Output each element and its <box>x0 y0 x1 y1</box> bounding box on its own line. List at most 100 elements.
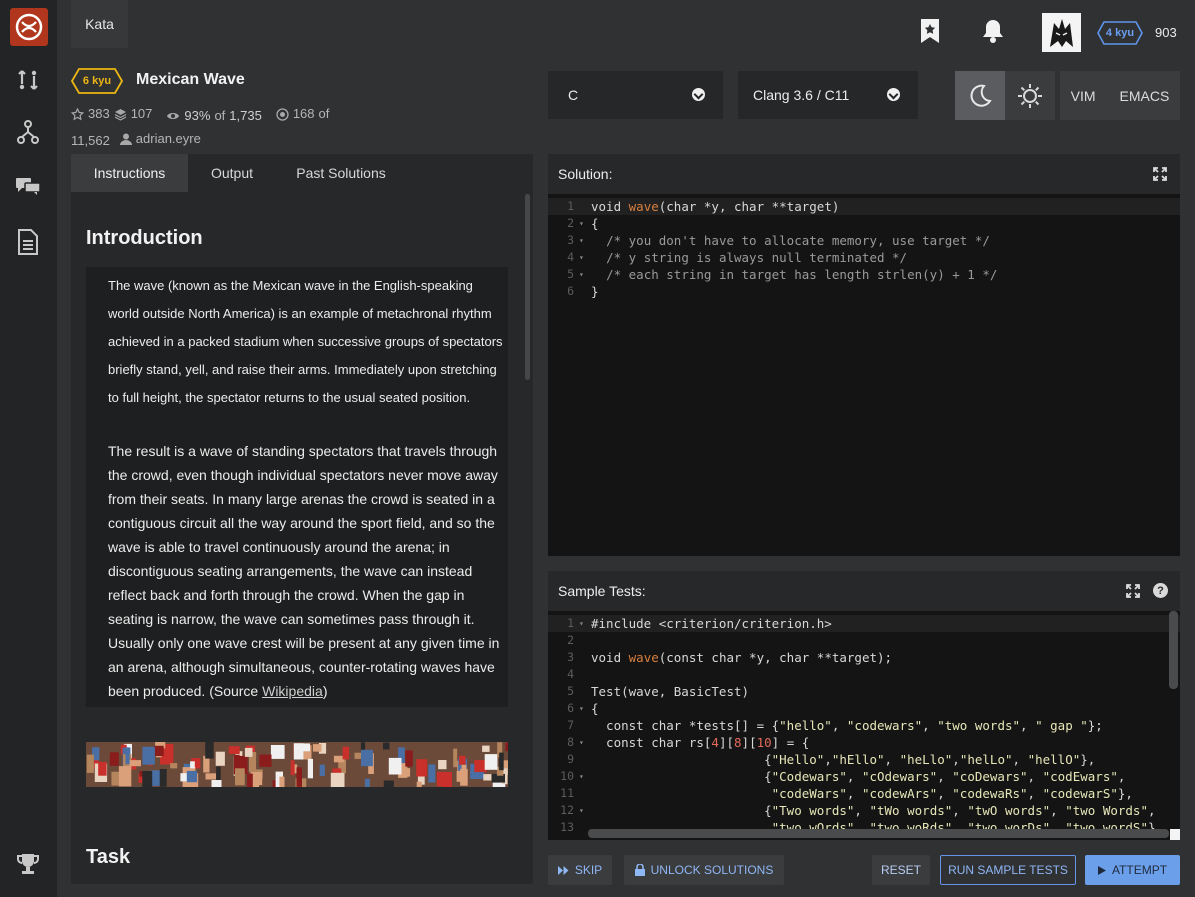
kata-tab[interactable]: Kata <box>71 0 128 48</box>
eye-icon <box>167 112 180 119</box>
solution-header: Solution: <box>558 166 613 182</box>
completed-count: 168 <box>292 106 315 121</box>
author-link[interactable]: adrian.eyre <box>119 128 201 150</box>
user-rank-label: 4 kyu <box>1105 27 1135 39</box>
code-line: 4 ▾ /* y string is always null terminated… <box>548 249 1180 266</box>
collections-stat[interactable]: 107 <box>114 103 152 125</box>
fold-marker[interactable]: ▾ <box>579 266 584 283</box>
expand-icon[interactable] <box>1153 167 1167 181</box>
stars-count: 383 <box>88 106 110 121</box>
code-line: 10 ▾ {"Codewars", "cOdewars", "coDewars",… <box>548 768 1180 785</box>
fold-marker[interactable]: ▾ <box>579 249 584 266</box>
expand-icon[interactable] <box>1126 584 1140 598</box>
intro-heading: Introduction <box>86 227 203 249</box>
intro-paragraph-2: The result is a wave of standing spectat… <box>108 439 503 703</box>
chevron-down-icon <box>692 88 705 101</box>
discuss-icon[interactable] <box>14 172 42 200</box>
light-theme-button[interactable] <box>1005 71 1055 120</box>
avatar[interactable] <box>1042 13 1081 52</box>
sample-tests-header: Sample Tests: <box>558 583 646 599</box>
satisfaction-stat: 93% of 1,735 <box>166 105 262 127</box>
code-line: 3 void wave(const char *y, char **target)… <box>548 649 1180 666</box>
attempt-label: ATTEMPT <box>1111 863 1168 877</box>
fold-marker[interactable]: ▾ <box>579 232 584 249</box>
left-rail <box>0 0 57 897</box>
intro-quote: The wave (known as the Mexican wave in t… <box>86 267 508 707</box>
line-number: 2 <box>567 633 574 647</box>
kata-stats: 383 107 93% of 1,735 168 of 11,562 adria… <box>71 103 371 152</box>
code-line: 5 ▾ /* each string in target has length s… <box>548 266 1180 283</box>
line-number: 5 <box>567 684 574 698</box>
chevron-down-icon <box>887 88 900 101</box>
line-number: 5 <box>567 267 574 281</box>
code-line: 7 const char *tests[] = {"hello", "codew… <box>548 717 1180 734</box>
line-number: 3 <box>567 233 574 247</box>
user-icon <box>119 133 132 145</box>
fold-marker[interactable]: ▾ <box>579 215 584 232</box>
layers-icon <box>114 108 126 121</box>
line-number: 2 <box>567 216 574 230</box>
instructions-scrollbar[interactable] <box>525 194 530 380</box>
line-number: 6 <box>567 284 574 298</box>
fold-marker[interactable]: ▾ <box>579 700 584 717</box>
solution-editor[interactable]: 1 void wave(char *y, char **target) 2 ▾{ 3… <box>548 194 1180 556</box>
bookmark-icon[interactable] <box>915 14 945 48</box>
intro-paragraph-2-end: ) <box>322 683 328 699</box>
fold-marker[interactable]: ▾ <box>579 734 584 751</box>
attempts-count: 11,562 <box>71 132 110 148</box>
satisfaction-of: of <box>214 107 226 123</box>
tab-instructions[interactable]: Instructions <box>71 154 188 192</box>
fold-marker[interactable]: ▾ <box>579 802 584 819</box>
code-line: 12 ▾ {"Two words", "tWo words", "twO word… <box>548 802 1180 819</box>
tab-past-solutions[interactable]: Past Solutions <box>281 154 401 192</box>
author-name: adrian.eyre <box>135 130 201 146</box>
language-select[interactable]: C <box>548 71 723 119</box>
codewars-logo-icon[interactable] <box>10 8 48 46</box>
fold-marker[interactable]: ▾ <box>579 768 584 785</box>
app-root: Kata 4 kyu 903 6 kyu Mexican Wave 383 10… <box>0 0 1195 897</box>
user-rank-badge: 4 kyu <box>1097 21 1143 45</box>
moon-icon <box>970 84 992 107</box>
code-line: 11 "codeWars", "codewArs", "codewaRs", "… <box>548 785 1180 802</box>
fold-marker[interactable]: ▾ <box>579 615 584 632</box>
unlock-solutions-button[interactable]: UNLOCK SOLUTIONS <box>624 855 784 885</box>
crowd-image <box>86 742 508 787</box>
help-icon[interactable]: ? <box>1153 583 1168 598</box>
fork-icon[interactable] <box>14 118 42 146</box>
tests-vertical-scrollbar[interactable] <box>1169 611 1178 689</box>
intro-paragraph-1: The wave (known as the Mexican wave in t… <box>108 278 503 405</box>
honor-count: 903 <box>1155 25 1177 40</box>
attempt-button[interactable]: ATTEMPT <box>1085 855 1180 885</box>
vim-button[interactable]: VIM <box>1071 88 1096 104</box>
kata-rank-label: 6 kyu <box>82 75 112 87</box>
stars-stat[interactable]: 383 <box>71 103 110 125</box>
bell-icon[interactable] <box>978 14 1008 48</box>
tab-output[interactable]: Output <box>193 154 271 192</box>
play-icon <box>1097 865 1106 875</box>
fast-forward-icon <box>557 865 569 875</box>
kata-title[interactable]: Mexican Wave <box>136 71 245 89</box>
target-icon <box>276 107 289 121</box>
reset-button[interactable]: RESET <box>872 855 930 885</box>
line-number: 8 <box>567 735 574 749</box>
run-sample-tests-button[interactable]: RUN SAMPLE TESTS <box>940 855 1076 885</box>
dark-theme-button[interactable] <box>955 71 1005 120</box>
version-select[interactable]: Clang 3.6 / C11 <box>738 71 918 119</box>
emacs-button[interactable]: EMACS <box>1120 88 1170 104</box>
docs-icon[interactable] <box>14 228 42 256</box>
sample-tests-editor[interactable]: 1 ▾ #include <criterion/criterion.h> 2 3 vo… <box>548 611 1180 840</box>
code-line: 4 <box>548 666 1180 683</box>
line-number: 1 <box>567 616 574 630</box>
skip-label: SKIP <box>574 863 603 877</box>
tests-horizontal-scrollbar[interactable] <box>588 829 1169 838</box>
trophy-icon[interactable] <box>14 850 42 878</box>
skip-button[interactable]: SKIP <box>548 855 612 885</box>
version-value: Clang 3.6 / C11 <box>753 87 850 103</box>
line-number: 13 <box>560 820 574 834</box>
code-line: 6 ▾{ <box>548 700 1180 717</box>
wikipedia-link[interactable]: Wikipedia <box>262 683 323 699</box>
practice-icon[interactable] <box>14 66 42 94</box>
code-line: 9 {"Hello","hEllo", "heLlo","helLo", "he… <box>548 751 1180 768</box>
line-number: 1 <box>567 199 574 213</box>
line-number: 4 <box>567 250 574 264</box>
